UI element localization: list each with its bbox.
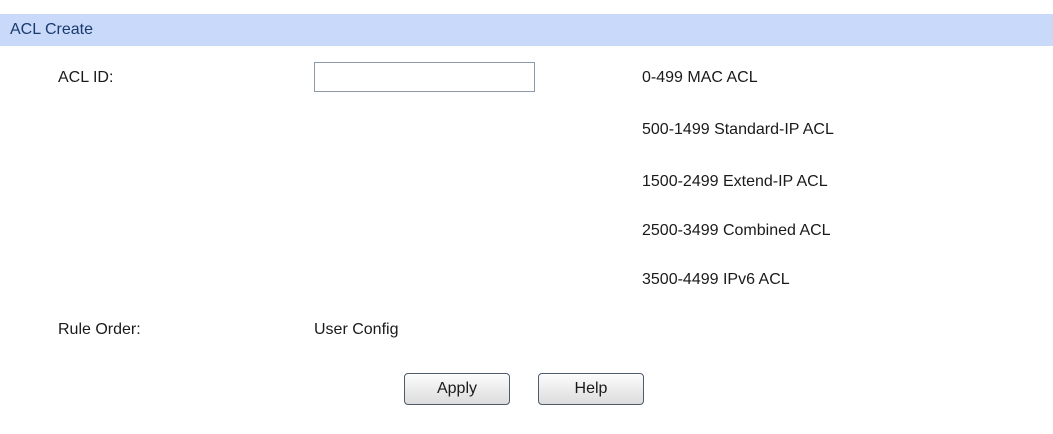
rule-order-label: Rule Order: (58, 321, 141, 338)
apply-button[interactable]: Apply (404, 373, 510, 405)
acl-range-item: 500-1499 Standard-IP ACL (642, 121, 834, 138)
acl-range-item: 0-499 MAC ACL (642, 69, 758, 86)
acl-range-item: 3500-4499 IPv6 ACL (642, 271, 790, 288)
panel-header: ACL Create (0, 14, 1053, 46)
panel-title: ACL Create (10, 21, 93, 38)
acl-id-label: ACL ID: (58, 69, 114, 86)
acl-id-input[interactable] (314, 62, 535, 92)
acl-range-item: 2500-3499 Combined ACL (642, 222, 831, 239)
acl-create-panel: ACL Create ACL ID: 0-499 MAC ACL 500-149… (0, 0, 1053, 434)
help-button[interactable]: Help (538, 373, 644, 405)
rule-order-value: User Config (314, 321, 399, 338)
acl-range-item: 1500-2499 Extend-IP ACL (642, 173, 828, 190)
